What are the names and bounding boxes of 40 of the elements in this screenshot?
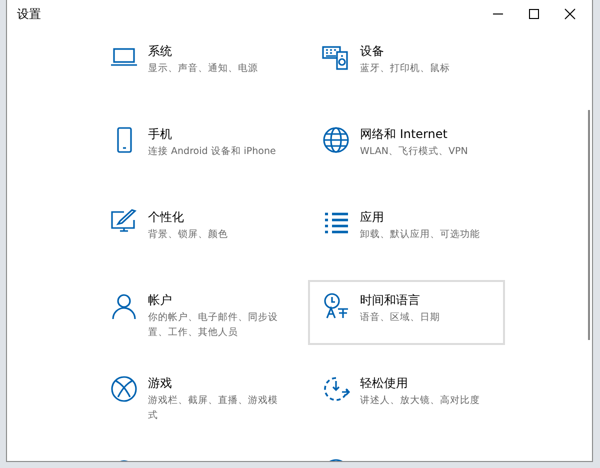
settings-tile[interactable]: 时间和语言 语音、区域、日期 <box>308 280 505 345</box>
tile-title: 个性化 <box>148 209 185 225</box>
tile-title: 游戏 <box>148 375 173 391</box>
settings-tile[interactable]: 轻松使用 讲述人、放大镜、高对比度 <box>308 363 505 428</box>
maximize-icon <box>528 8 540 20</box>
settings-tile[interactable]: 系统 显示、声音、通知、电源 <box>96 31 293 96</box>
xbox-circle-icon <box>110 375 138 403</box>
settings-tile[interactable]: 手机 连接 Android 设备和 iPhone <box>96 114 293 179</box>
clock-letter-icon <box>322 292 350 320</box>
tile-title: 系统 <box>148 43 173 59</box>
window-title: 设置 <box>16 6 41 23</box>
tile-description: 游戏栏、截屏、直播、游戏模式 <box>148 394 279 423</box>
scroll-thumb[interactable] <box>588 110 590 340</box>
settings-tile[interactable]: 网络和 Internet WLAN、飞行模式、VPN <box>308 114 505 179</box>
tile-description: WLAN、飞行模式、VPN <box>360 145 468 159</box>
tile-title: 时间和语言 <box>360 292 421 308</box>
tile-title: 手机 <box>148 126 173 142</box>
settings-tile[interactable]: 应用 卸载、默认应用、可选功能 <box>308 197 505 262</box>
tile-description: 卸载、默认应用、可选功能 <box>360 228 480 242</box>
tile-description: 连接 Android 设备和 iPhone <box>148 145 276 159</box>
tile-title: 帐户 <box>148 292 173 308</box>
tile-description: 背景、锁屏、颜色 <box>148 228 228 242</box>
settings-tile[interactable]: 帐户 你的帐户、电子邮件、同步设置、工作、其他人员 <box>96 280 293 345</box>
tile-description: 语音、区域、日期 <box>360 311 440 325</box>
keyboard-speaker-icon <box>322 43 350 71</box>
tile-title: 设备 <box>360 43 385 59</box>
dashed-clock-icon <box>322 375 350 403</box>
tile-description: 显示、声音、通知、电源 <box>148 62 258 76</box>
tile-description: 你的帐户、电子邮件、同步设置、工作、其他人员 <box>148 311 279 340</box>
tile-description: 讲述人、放大镜、高对比度 <box>360 394 480 408</box>
tile-description: 蓝牙、打印机、鼠标 <box>360 62 450 76</box>
tile-title: 轻松使用 <box>360 375 409 391</box>
tile-title: 应用 <box>360 209 385 225</box>
settings-tile[interactable]: 设备 蓝牙、打印机、鼠标 <box>308 31 505 96</box>
settings-tile[interactable]: 个性化 背景、锁屏、颜色 <box>96 197 293 262</box>
person-icon <box>110 292 138 320</box>
close-icon <box>564 8 576 20</box>
globe-icon <box>322 126 350 154</box>
settings-tile[interactable]: 游戏 游戏栏、截屏、直播、游戏模式 <box>96 363 293 428</box>
tile-title: 网络和 Internet <box>360 126 448 142</box>
